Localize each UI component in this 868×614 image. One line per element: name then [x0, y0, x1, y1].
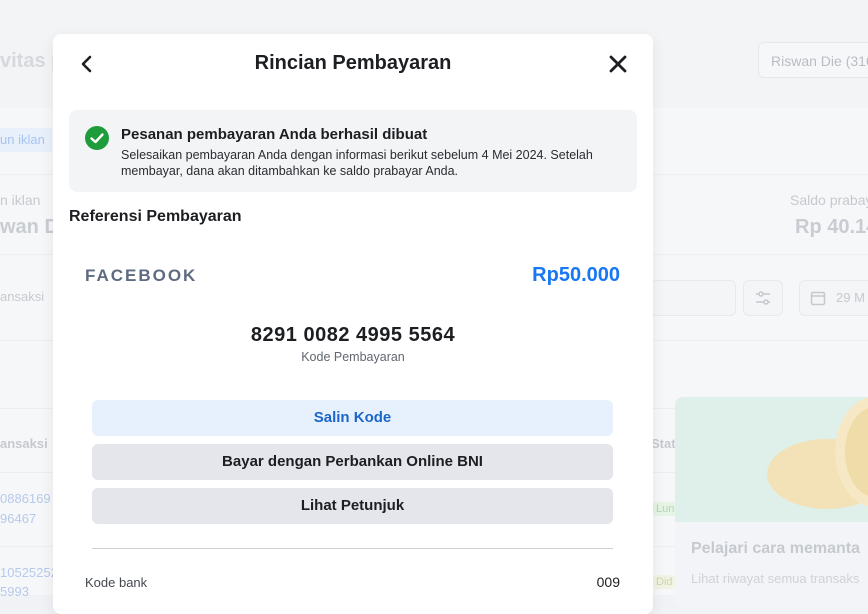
learn-card[interactable]: Pelajari cara memanta Lihat riwayat semu… [675, 397, 868, 607]
section-title: Referensi Pembayaran [69, 208, 242, 225]
account-value: wan D [0, 216, 59, 238]
status-badge: Did [653, 575, 676, 589]
copy-code-button[interactable]: Salin Kode [92, 400, 613, 436]
bank-code-value: 009 [596, 574, 620, 590]
account-selector[interactable]: Riswan Die (316 [758, 42, 868, 78]
balance-label: Saldo prabay [790, 192, 868, 208]
table-row-id[interactable]: 96467 [0, 511, 36, 526]
notice-body: Selesaikan pembayaran Anda dengan inform… [121, 148, 593, 178]
date-value: 29 M [836, 290, 865, 305]
table-row-id[interactable]: 0886169 [0, 491, 51, 506]
calendar-icon [810, 291, 826, 306]
table-header-transaction: ansaksi [0, 436, 48, 451]
date-picker[interactable]: 29 M [799, 280, 868, 316]
payment-code-label: Kode Pembayaran [301, 350, 405, 364]
check-circle-icon [85, 126, 109, 150]
card-title: Pelajari cara memanta [691, 540, 860, 557]
filter-icon [756, 291, 770, 305]
search-input[interactable]: ansaksi [0, 289, 44, 304]
status-badge: Lun [653, 502, 678, 516]
close-icon [609, 55, 627, 73]
balance-value: Rp 40.14 [795, 216, 868, 238]
background-chip[interactable]: un iklan [0, 128, 52, 152]
bank-code-label: Kode bank [85, 575, 148, 590]
filter-button[interactable] [743, 280, 783, 316]
coins-illustration [675, 397, 868, 522]
table-header-status: Stat [651, 436, 676, 451]
table-row-id[interactable]: 10525252 [0, 565, 58, 580]
divider [92, 548, 613, 549]
close-button[interactable] [606, 52, 630, 76]
view-instructions-button[interactable]: Lihat Petunjuk [92, 488, 613, 524]
notice-title: Pesanan pembayaran Anda berhasil dibuat [121, 126, 428, 143]
dialog-title: Rincian Pembayaran [254, 52, 452, 74]
account-label: n iklan [0, 192, 41, 208]
brand-label: FACEBOOK [85, 266, 198, 285]
table-row-id[interactable]: 5993 [0, 584, 29, 599]
card-subtitle[interactable]: Lihat riwayat semua transaks [691, 571, 859, 586]
success-notice: Pesanan pembayaran Anda berhasil dibuat … [69, 110, 637, 192]
payment-code: 8291 0082 4995 5564 [250, 324, 456, 346]
pay-bni-button[interactable]: Bayar dengan Perbankan Online BNI [92, 444, 613, 480]
search-box[interactable] [650, 280, 736, 316]
payment-amount: Rp50.000 [532, 264, 620, 286]
payment-details-dialog: Rincian Pembayaran Pesanan pembayaran An… [53, 34, 653, 614]
